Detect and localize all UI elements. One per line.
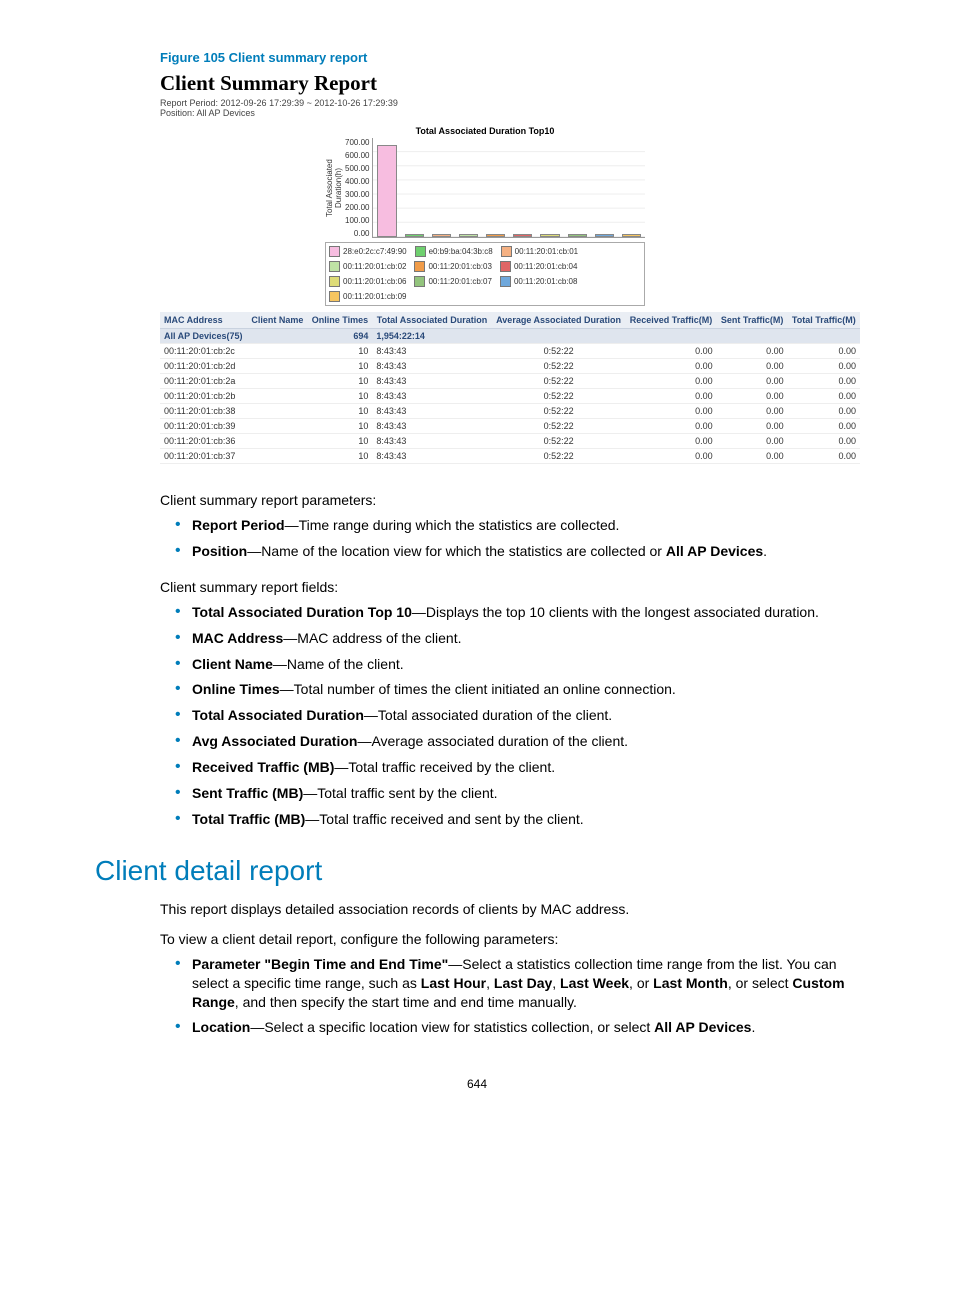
- legend-item: 00:11:20:01:cb:06: [329, 276, 406, 287]
- list-item: Report Period—Time range during which th…: [180, 516, 859, 535]
- legend-item: 00:11:20:01:cb:08: [500, 276, 577, 287]
- list-item: Location—Select a specific location view…: [180, 1018, 859, 1037]
- table-row: 00:11:20:01:cb:36108:43:430:52:220.000.0…: [160, 434, 860, 449]
- table-row: 00:11:20:01:cb:2c108:43:430:52:220.000.0…: [160, 344, 860, 359]
- chart-bar: [377, 145, 396, 238]
- report-position: Position: All AP Devices: [160, 108, 859, 118]
- list-item: Parameter "Begin Time and End Time"—Sele…: [180, 955, 859, 1012]
- table-header: Total Traffic(M): [788, 312, 860, 329]
- legend-item: 00:11:20:01:cb:02: [329, 261, 406, 272]
- params-intro: Client summary report parameters:: [160, 492, 859, 508]
- list-item: Total Associated Duration Top 10—Display…: [180, 603, 859, 622]
- table-header: Received Traffic(M): [625, 312, 716, 329]
- figure-caption: Figure 105 Client summary report: [160, 50, 859, 65]
- table-row: 00:11:20:01:cb:2d108:43:430:52:220.000.0…: [160, 359, 860, 374]
- list-item: Avg Associated Duration—Average associat…: [180, 732, 859, 751]
- chart-top10: Total Associated Duration Top10 Total As…: [325, 126, 645, 306]
- chart-bar: [405, 234, 424, 237]
- table-header: Sent Traffic(M): [717, 312, 788, 329]
- list-item: MAC Address—MAC address of the client.: [180, 629, 859, 648]
- chart-bar: [568, 234, 587, 237]
- table-header: Average Associated Duration: [492, 312, 626, 329]
- list-item: Position—Name of the location view for w…: [180, 542, 859, 561]
- list-item: Sent Traffic (MB)—Total traffic sent by …: [180, 784, 859, 803]
- legend-item: e0:b9:ba:04:3b:c8: [415, 246, 493, 257]
- chart-yticks: 700.00600.00500.00400.00300.00200.00100.…: [345, 138, 372, 238]
- list-item: Online Times—Total number of times the c…: [180, 680, 859, 699]
- page-number: 644: [95, 1077, 859, 1091]
- list-item: Received Traffic (MB)—Total traffic rece…: [180, 758, 859, 777]
- table-row: 00:11:20:01:cb:37108:43:430:52:220.000.0…: [160, 449, 860, 464]
- table-header: Client Name: [247, 312, 307, 329]
- chart-bar: [540, 234, 559, 237]
- table-row: 00:11:20:01:cb:39108:43:430:52:220.000.0…: [160, 419, 860, 434]
- paragraph: To view a client detail report, configur…: [160, 931, 859, 947]
- chart-bar: [595, 234, 614, 237]
- chart-bar: [622, 234, 641, 237]
- table-header-row: MAC AddressClient NameOnline TimesTotal …: [160, 312, 860, 329]
- chart-ylabel: Total Associated Duration(h): [325, 138, 343, 238]
- legend-item: 00:11:20:01:cb:01: [501, 246, 578, 257]
- chart-title: Total Associated Duration Top10: [325, 126, 645, 136]
- legend-item: 28:e0:2c:c7:49:90: [329, 246, 407, 257]
- chart-bar: [432, 234, 451, 237]
- chart-bar: [459, 234, 478, 237]
- table-summary-row: All AP Devices(75)6941,954:22:14: [160, 329, 860, 344]
- fields-intro: Client summary report fields:: [160, 579, 859, 595]
- report-title: Client Summary Report: [160, 71, 859, 96]
- table-header: Total Associated Duration: [372, 312, 491, 329]
- table-body: All AP Devices(75)6941,954:22:1400:11:20…: [160, 329, 860, 464]
- legend-item: 00:11:20:01:cb:09: [329, 291, 406, 302]
- list-item: Total Associated Duration—Total associat…: [180, 706, 859, 725]
- chart-legend: 28:e0:2c:c7:49:90 e0:b9:ba:04:3b:c8 00:11:…: [325, 242, 645, 306]
- section-heading-client-detail: Client detail report: [95, 855, 859, 887]
- legend-item: 00:11:20:01:cb:04: [500, 261, 577, 272]
- list-item: Client Name—Name of the client.: [180, 655, 859, 674]
- chart-bar: [486, 234, 505, 237]
- paragraph: This report displays detailed associatio…: [160, 901, 859, 917]
- table-row: 00:11:20:01:cb:2a108:43:430:52:220.000.0…: [160, 374, 860, 389]
- legend-item: 00:11:20:01:cb:03: [414, 261, 491, 272]
- report-period: Report Period: 2012-09-26 17:29:39 ~ 201…: [160, 98, 859, 108]
- chart-plot: [372, 138, 645, 238]
- table-row: 00:11:20:01:cb:2b108:43:430:52:220.000.0…: [160, 389, 860, 404]
- table-header: MAC Address: [160, 312, 247, 329]
- table-row: 00:11:20:01:cb:38108:43:430:52:220.000.0…: [160, 404, 860, 419]
- list-item: Total Traffic (MB)—Total traffic receive…: [180, 810, 859, 829]
- client-summary-table: MAC AddressClient NameOnline TimesTotal …: [160, 312, 860, 464]
- legend-item: 00:11:20:01:cb:07: [414, 276, 491, 287]
- chart-bar: [513, 234, 532, 237]
- table-header: Online Times: [308, 312, 373, 329]
